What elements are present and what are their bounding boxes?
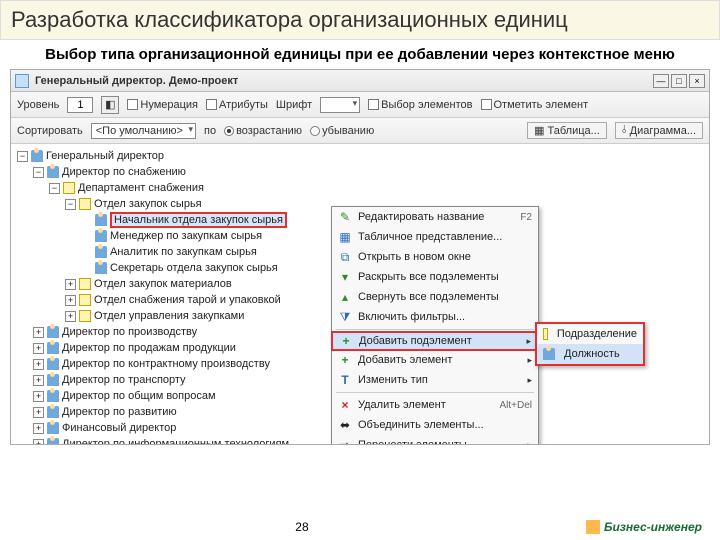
mark-element-checkbox[interactable] [481, 99, 492, 110]
submenu-arrow-icon: ▸ [527, 355, 532, 366]
diagram-icon: ⫰ [622, 124, 627, 137]
sort-desc-label: убыванию [322, 125, 374, 137]
sort-by-label: по [204, 125, 216, 137]
move-icon: ⇨ [338, 438, 352, 444]
ctx-expand-all[interactable]: ▾Раскрыть все подэлементы [332, 267, 538, 287]
sort-desc-radio[interactable] [310, 126, 320, 136]
close-button[interactable]: × [689, 74, 705, 88]
filter-icon: ⧩ [338, 310, 352, 324]
sort-label: Сортировать [17, 125, 83, 137]
brand-icon [586, 520, 600, 534]
plus-icon: + [339, 334, 353, 348]
expand-icon: ▾ [338, 270, 352, 284]
org-tree[interactable]: −Генеральный директор −Директор по снабж… [11, 144, 709, 444]
separator [336, 392, 534, 393]
add-subelement-submenu: Подразделение Должность [535, 322, 645, 366]
submenu-arrow-icon: ▸ [527, 375, 532, 386]
ctx-add-element[interactable]: +Добавить элемент▸ [332, 350, 538, 370]
submenu-position[interactable]: Должность [537, 344, 643, 364]
level-pick-button[interactable]: ◧ [101, 96, 119, 114]
page-number: 28 [295, 520, 308, 534]
sort-asc-label: возрастанию [236, 125, 302, 137]
collapse-icon: ▴ [338, 290, 352, 304]
ctx-collapse-all[interactable]: ▴Свернуть все подэлементы [332, 287, 538, 307]
app-window: Генеральный директор. Демо-проект — □ × … [10, 69, 710, 445]
slide-title: Разработка классификатора организационны… [0, 0, 720, 40]
position-icon [543, 348, 555, 360]
context-menu: ✎Редактировать названиеF2 ▦Табличное пре… [331, 206, 539, 444]
level-label: Уровень [17, 99, 59, 111]
sort-asc-radio[interactable] [224, 126, 234, 136]
ctx-table-view[interactable]: ▦Табличное представление... [332, 227, 538, 247]
app-icon [15, 74, 29, 88]
tree-node[interactable]: −Директор по снабжению [15, 164, 705, 180]
minimize-button[interactable]: — [653, 74, 669, 88]
diagram-button[interactable]: ⫰Диаграмма... [615, 122, 703, 139]
ctx-open-new-window[interactable]: ⧉Открыть в новом окне [332, 247, 538, 267]
merge-icon: ⬌ [338, 418, 352, 432]
select-elements-checkbox[interactable] [368, 99, 379, 110]
ctx-delete-element[interactable]: ×Удалить элементAlt+Del [332, 395, 538, 415]
tree-node[interactable]: −Генеральный директор [15, 148, 705, 164]
table-icon: ▦ [534, 124, 544, 137]
window-icon: ⧉ [338, 250, 352, 264]
ctx-add-subelement[interactable]: +Добавить подэлемент▸ [331, 331, 539, 351]
pencil-icon: ✎ [338, 210, 352, 224]
font-label: Шрифт [276, 99, 312, 111]
window-title: Генеральный директор. Демо-проект [35, 75, 653, 87]
toolbar-row-2: Сортировать <По умолчанию> по возрастани… [11, 118, 709, 144]
numbering-checkbox[interactable] [127, 99, 138, 110]
maximize-button[interactable]: □ [671, 74, 687, 88]
slide-subtitle: Выбор типа организационной единицы при е… [0, 40, 720, 67]
mark-element-label: Отметить элемент [494, 99, 589, 111]
brand: Бизнес-инженер [586, 520, 702, 534]
delete-icon: × [338, 398, 352, 412]
select-elements-label: Выбор элементов [381, 99, 472, 111]
footer: 28 Бизнес-инженер [0, 520, 720, 534]
table-icon: ▦ [338, 230, 352, 244]
department-icon [543, 328, 548, 340]
tree-node[interactable]: −Департамент снабжения [15, 180, 705, 196]
submenu-department[interactable]: Подразделение [537, 324, 643, 344]
ctx-enable-filters[interactable]: ⧩Включить фильтры... [332, 307, 538, 327]
ctx-merge-elements[interactable]: ⬌Объединить элементы... [332, 415, 538, 435]
attributes-checkbox[interactable] [206, 99, 217, 110]
titlebar: Генеральный директор. Демо-проект — □ × [11, 70, 709, 92]
numbering-label: Нумерация [140, 99, 198, 111]
plus-icon: + [338, 353, 352, 367]
ctx-edit-name[interactable]: ✎Редактировать названиеF2 [332, 207, 538, 227]
submenu-arrow-icon: ▸ [527, 440, 532, 445]
sort-select[interactable]: <По умолчанию> [91, 123, 196, 139]
separator [336, 329, 534, 330]
table-button[interactable]: ▦Таблица... [527, 122, 607, 139]
type-icon: T [338, 373, 352, 387]
font-select[interactable] [320, 97, 360, 113]
ctx-move-elements[interactable]: ⇨Перенести элементы▸ [332, 435, 538, 444]
submenu-arrow-icon: ▸ [526, 336, 531, 347]
ctx-change-type[interactable]: TИзменить тип▸ [332, 370, 538, 390]
level-input[interactable] [67, 97, 93, 113]
attributes-label: Атрибуты [219, 99, 268, 111]
toolbar-row-1: Уровень ◧ Нумерация Атрибуты Шрифт Выбор… [11, 92, 709, 118]
